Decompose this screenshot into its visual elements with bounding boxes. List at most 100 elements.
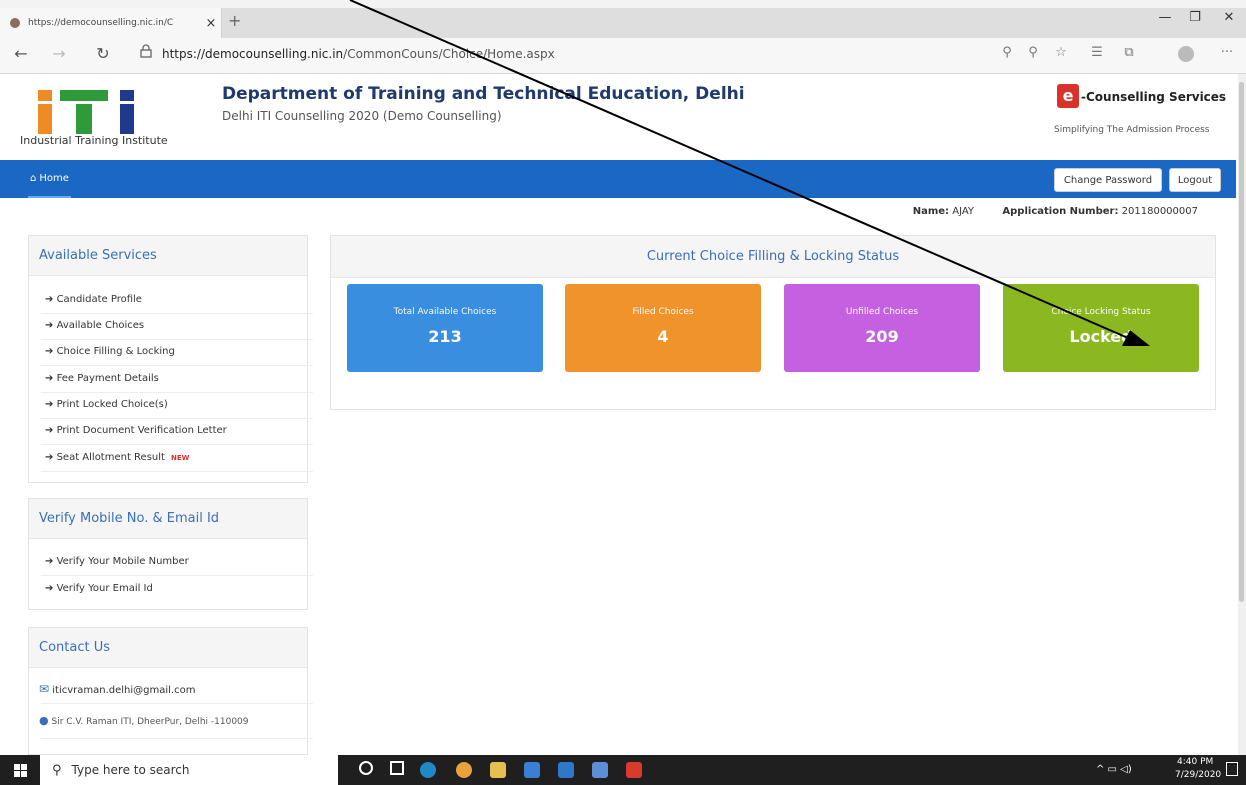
- taskbar-search[interactable]: ⚲ Type here to search: [40, 755, 338, 785]
- close-window-icon[interactable]: ✕: [1214, 10, 1244, 25]
- ecounselling-title: -Counselling Services: [1081, 90, 1227, 104]
- taskbar-search-placeholder: Type here to search: [71, 763, 190, 777]
- nav-home-label: Home: [39, 172, 69, 184]
- mail-icon[interactable]: [558, 762, 574, 778]
- contact-address-text: Sir C.V. Raman ITI, DheerPur, Delhi -110…: [51, 717, 249, 727]
- service-seat-allotment[interactable]: ➔ Seat Allotment Result NEW: [45, 452, 189, 463]
- logout-button[interactable]: Logout: [1169, 168, 1221, 192]
- divider: [41, 471, 313, 472]
- card-label: Unfilled Choices: [845, 307, 919, 317]
- url-domain: https://democounselling.nic.in: [162, 47, 344, 61]
- scrollbar-thumb[interactable]: [1239, 82, 1244, 602]
- back-icon[interactable]: ←: [10, 44, 32, 63]
- change-password-button[interactable]: Change Password: [1054, 168, 1162, 192]
- new-badge: NEW: [170, 454, 190, 462]
- verify-email-link[interactable]: ➔ Verify Your Email Id: [45, 583, 153, 594]
- card-value: Locked: [1069, 327, 1133, 346]
- envelope-icon: ✉: [39, 682, 50, 696]
- restore-icon[interactable]: ❐: [1180, 10, 1210, 25]
- service-candidate-profile[interactable]: ➔ Candidate Profile: [45, 294, 142, 305]
- url-path: /CommonCouns/Choice/Home.aspx: [343, 47, 555, 61]
- total-choices-card: Total Available Choices 213: [347, 284, 543, 372]
- search-page-icon[interactable]: ⚲: [1022, 45, 1044, 60]
- locking-status-card: Choice Locking Status Locked: [1003, 284, 1199, 372]
- service-label: Print Document Verification Letter: [56, 425, 227, 436]
- task-view-icon[interactable]: [390, 761, 404, 775]
- application-label: Application Number:: [1002, 206, 1119, 217]
- file-explorer-icon[interactable]: [490, 762, 506, 778]
- edge-icon[interactable]: [420, 762, 436, 778]
- new-tab-icon[interactable]: +: [228, 11, 241, 30]
- browser-tab[interactable]: https://democounselling.nic.in/C ×: [0, 8, 222, 38]
- divider: [41, 392, 313, 393]
- lock-icon[interactable]: [140, 44, 152, 62]
- tab-close-icon[interactable]: ×: [201, 16, 221, 31]
- contact-title: Contact Us: [29, 628, 307, 668]
- unfilled-choices-card: Unfilled Choices 209: [784, 284, 980, 372]
- search-icon: ⚲: [52, 762, 62, 778]
- minimize-icon[interactable]: —: [1150, 10, 1180, 25]
- service-available-choices[interactable]: ➔ Available Choices: [45, 320, 144, 331]
- acrobat-icon[interactable]: [626, 762, 642, 778]
- card-label: Choice Locking Status: [1051, 307, 1151, 317]
- card-value: 4: [657, 327, 669, 346]
- cortana-icon[interactable]: [359, 761, 373, 775]
- card-label: Total Available Choices: [393, 307, 497, 317]
- verify-mobile-link[interactable]: ➔ Verify Your Mobile Number: [45, 556, 189, 567]
- card-label: Filled Choices: [632, 307, 694, 317]
- service-print-verification[interactable]: ➔ Print Document Verification Letter: [45, 425, 227, 436]
- divider: [41, 738, 313, 739]
- service-choice-filling[interactable]: ➔ Choice Filling & Locking: [45, 346, 175, 357]
- url-field[interactable]: https://democounselling.nic.in/CommonCou…: [162, 47, 555, 61]
- notifications-icon[interactable]: [1226, 762, 1238, 776]
- logo-caption: Industrial Training Institute: [20, 134, 168, 147]
- nav-home[interactable]: ⌂ Home: [28, 160, 71, 198]
- verify-label: Verify Your Mobile Number: [56, 556, 189, 567]
- page-subtitle: Delhi ITI Counselling 2020 (Demo Counsel…: [222, 109, 502, 123]
- divider: [41, 313, 313, 314]
- favorites-list-icon[interactable]: ☰: [1086, 45, 1108, 60]
- favorite-icon[interactable]: ☆: [1050, 45, 1072, 60]
- main-navbar: [0, 160, 1236, 198]
- contact-email[interactable]: ✉ iticvraman.delhi@gmail.com: [39, 682, 195, 696]
- iti-logo: [22, 90, 162, 138]
- more-icon[interactable]: ···: [1216, 45, 1238, 60]
- verify-panel: Verify Mobile No. & Email Id ➔ Verify Yo…: [28, 498, 313, 610]
- card-value: 209: [865, 327, 899, 346]
- refresh-icon[interactable]: ↻: [92, 44, 114, 63]
- system-tray-icons[interactable]: ^ ▭ ◁): [1096, 764, 1132, 775]
- status-title: Current Choice Filling & Locking Status: [331, 236, 1215, 278]
- user-name: AJAY: [952, 206, 975, 217]
- available-services-title: Available Services: [29, 236, 307, 276]
- photos-icon[interactable]: [592, 762, 608, 778]
- clock-time[interactable]: 4:40 PM: [1177, 757, 1213, 767]
- location-pin-icon: ●: [39, 714, 49, 727]
- user-info: Name: AJAY Application Number: 201180000…: [913, 206, 1198, 217]
- verify-title: Verify Mobile No. & Email Id: [29, 499, 307, 539]
- contact-address: ● Sir C.V. Raman ITI, DheerPur, Delhi -1…: [39, 714, 249, 727]
- ecounselling-tagline: Simplifying The Admission Process: [1054, 125, 1210, 135]
- contact-panel: Contact Us ✉ iticvraman.delhi@gmail.com …: [28, 627, 313, 755]
- tab-title: https://democounselling.nic.in/C: [28, 18, 174, 28]
- divider: [41, 339, 313, 340]
- forward-icon[interactable]: →: [48, 44, 70, 63]
- divider: [41, 444, 313, 445]
- card-value: 213: [428, 327, 462, 346]
- ecounselling-logo: e: [1057, 84, 1079, 108]
- clock-date[interactable]: 7/29/2020: [1175, 770, 1221, 780]
- page-top-strip: [0, 0, 1246, 8]
- zoom-icon[interactable]: ⚲: [996, 45, 1018, 60]
- chrome-icon[interactable]: [456, 762, 472, 778]
- divider: [41, 575, 313, 576]
- profile-icon[interactable]: [1178, 46, 1194, 62]
- available-services-panel: Available Services ➔ Candidate Profile ➔…: [28, 235, 313, 483]
- collections-icon[interactable]: ⧉: [1118, 45, 1140, 60]
- home-icon: ⌂: [30, 172, 37, 184]
- service-print-locked[interactable]: ➔ Print Locked Choice(s): [45, 399, 168, 410]
- service-label: Fee Payment Details: [56, 373, 159, 384]
- windows-start-icon[interactable]: [14, 764, 27, 777]
- service-label: Candidate Profile: [56, 294, 142, 305]
- store-icon[interactable]: [524, 762, 540, 778]
- filled-choices-card: Filled Choices 4: [565, 284, 761, 372]
- service-fee-payment[interactable]: ➔ Fee Payment Details: [45, 373, 159, 384]
